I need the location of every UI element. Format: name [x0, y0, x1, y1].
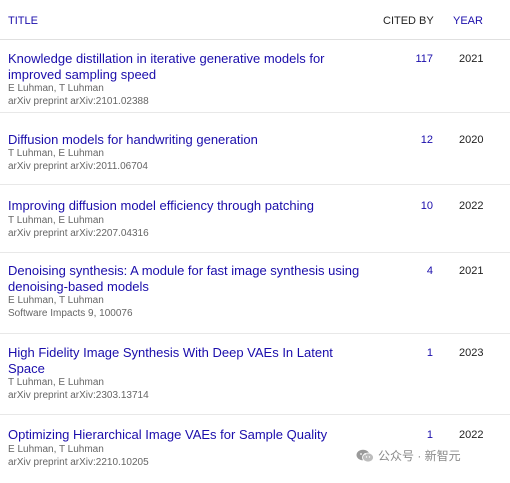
paper-year: 2021	[459, 53, 484, 65]
paper-title-link[interactable]: Denoising synthesis: A module for fast i…	[8, 263, 368, 295]
table-row: Denoising synthesis: A module for fast i…	[0, 253, 510, 334]
cited-by-count-link[interactable]: 4	[427, 265, 433, 277]
cited-by-count-link[interactable]: 12	[421, 134, 433, 146]
paper-year: 2021	[459, 265, 484, 277]
table-header: TITLE CITED BY YEAR	[0, 0, 510, 40]
paper-authors: E Luhman, T Luhman	[8, 295, 104, 306]
paper-venue: arXiv preprint arXiv:2303.13714	[8, 390, 149, 401]
cited-by-count-link[interactable]: 1	[427, 347, 433, 359]
cited-by-count-link[interactable]: 10	[421, 200, 433, 212]
watermark-text: 公众号 · 新智元	[378, 449, 461, 463]
cited-by-count-link[interactable]: 117	[415, 53, 433, 65]
paper-title-link[interactable]: Improving diffusion model efficiency thr…	[8, 198, 368, 214]
paper-venue: arXiv preprint arXiv:2101.02388	[8, 96, 149, 107]
paper-venue: arXiv preprint arXiv:2210.10205	[8, 457, 149, 468]
watermark: 公众号 · 新智元	[356, 447, 461, 464]
cited-by-header: CITED BY	[383, 15, 434, 27]
sort-by-year-link[interactable]: YEAR	[453, 15, 483, 27]
paper-authors: T Luhman, E Luhman	[8, 148, 104, 159]
paper-year: 2023	[459, 347, 484, 359]
table-row: Diffusion models for handwriting generat…	[0, 113, 510, 185]
cited-by-count-link[interactable]: 1	[427, 429, 433, 441]
paper-title-link[interactable]: Diffusion models for handwriting generat…	[8, 132, 368, 148]
paper-title-link[interactable]: Knowledge distillation in iterative gene…	[8, 51, 368, 83]
paper-year: 2022	[459, 429, 484, 441]
sort-by-title-link[interactable]: TITLE	[8, 15, 38, 27]
paper-year: 2020	[459, 134, 484, 146]
paper-title-link[interactable]: High Fidelity Image Synthesis With Deep …	[8, 345, 368, 377]
table-row: Knowledge distillation in iterative gene…	[0, 41, 510, 113]
paper-year: 2022	[459, 200, 484, 212]
paper-title-link[interactable]: Optimizing Hierarchical Image VAEs for S…	[8, 427, 368, 443]
paper-authors: E Luhman, T Luhman	[8, 83, 104, 94]
table-row: Improving diffusion model efficiency thr…	[0, 185, 510, 253]
paper-venue: Software Impacts 9, 100076	[8, 308, 133, 319]
paper-authors: T Luhman, E Luhman	[8, 377, 104, 388]
wechat-icon	[356, 449, 374, 463]
paper-authors: E Luhman, T Luhman	[8, 444, 104, 455]
paper-venue: arXiv preprint arXiv:2011.06704	[8, 161, 148, 172]
paper-venue: arXiv preprint arXiv:2207.04316	[8, 228, 149, 239]
table-row: High Fidelity Image Synthesis With Deep …	[0, 334, 510, 415]
paper-authors: T Luhman, E Luhman	[8, 215, 104, 226]
